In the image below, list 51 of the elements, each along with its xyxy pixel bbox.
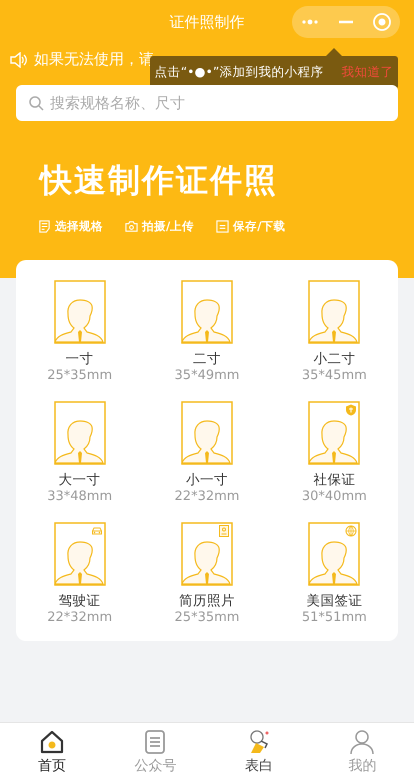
photo-name: 驾驶证 bbox=[58, 592, 101, 610]
search-icon bbox=[28, 95, 44, 111]
car-icon bbox=[90, 525, 103, 537]
photo-name: 一寸 bbox=[66, 350, 94, 368]
id-card-icon bbox=[218, 525, 230, 537]
portrait-icon[interactable] bbox=[54, 522, 106, 586]
portrait-icon[interactable] bbox=[54, 401, 106, 465]
photo-size: 25*35mm bbox=[174, 610, 240, 625]
camera-icon bbox=[125, 220, 138, 233]
photo-size: 22*32mm bbox=[47, 610, 112, 625]
dismiss-button[interactable]: 我知道了 bbox=[341, 64, 394, 81]
home-icon bbox=[38, 729, 65, 755]
tab[interactable]: 表白 bbox=[207, 723, 310, 780]
portrait-icon[interactable] bbox=[308, 280, 360, 344]
photo-size: 25*35mm bbox=[47, 368, 112, 383]
step-label: 拍摄/上传 bbox=[142, 219, 194, 234]
photo-name: 美国签证 bbox=[306, 592, 362, 610]
tab[interactable]: 我的 bbox=[310, 723, 414, 780]
person-icon bbox=[349, 729, 376, 755]
search-field[interactable]: 搜索规格名称、尺寸 bbox=[16, 85, 398, 121]
photo-name: 大一寸 bbox=[58, 471, 101, 489]
photo-name: 简历照片 bbox=[178, 592, 235, 610]
photo-size: 35*45mm bbox=[302, 368, 367, 383]
portrait-icon[interactable] bbox=[308, 401, 360, 465]
tooltip-text: 点击“•●•”添加到我的小程序 bbox=[154, 64, 324, 81]
hero-title: 快速制作证件照 bbox=[40, 160, 279, 201]
photo-size: 30*40mm bbox=[302, 489, 367, 504]
photo-name: 小一寸 bbox=[186, 471, 228, 489]
list-icon bbox=[38, 220, 51, 233]
photo-size: 51*51mm bbox=[302, 610, 367, 625]
tab[interactable]: 首页 bbox=[0, 723, 104, 780]
photo-size: 22*32mm bbox=[174, 489, 240, 504]
photo-name: 社保证 bbox=[313, 471, 356, 489]
photo-size: 35*49mm bbox=[174, 368, 240, 383]
portrait-icon[interactable] bbox=[180, 401, 233, 465]
portrait-icon[interactable] bbox=[180, 522, 233, 586]
tab[interactable]: 公众号 bbox=[104, 723, 207, 780]
photo-size: 33*48mm bbox=[47, 489, 112, 504]
step-label: 保存/下载 bbox=[233, 219, 286, 234]
speaker-icon bbox=[10, 52, 28, 68]
globe-icon bbox=[345, 525, 358, 537]
close-icon[interactable] bbox=[372, 12, 392, 32]
save-icon bbox=[216, 220, 230, 233]
photo-name: 小二寸 bbox=[313, 350, 356, 368]
portrait-icon[interactable] bbox=[180, 280, 233, 344]
portrait-icon[interactable] bbox=[54, 280, 106, 344]
shield-icon bbox=[345, 404, 358, 416]
photo-name: 二寸 bbox=[192, 350, 221, 368]
window-title: 证件照制作 bbox=[170, 12, 244, 32]
step-label: 选择规格 bbox=[55, 219, 103, 234]
portrait-icon[interactable] bbox=[308, 522, 360, 586]
